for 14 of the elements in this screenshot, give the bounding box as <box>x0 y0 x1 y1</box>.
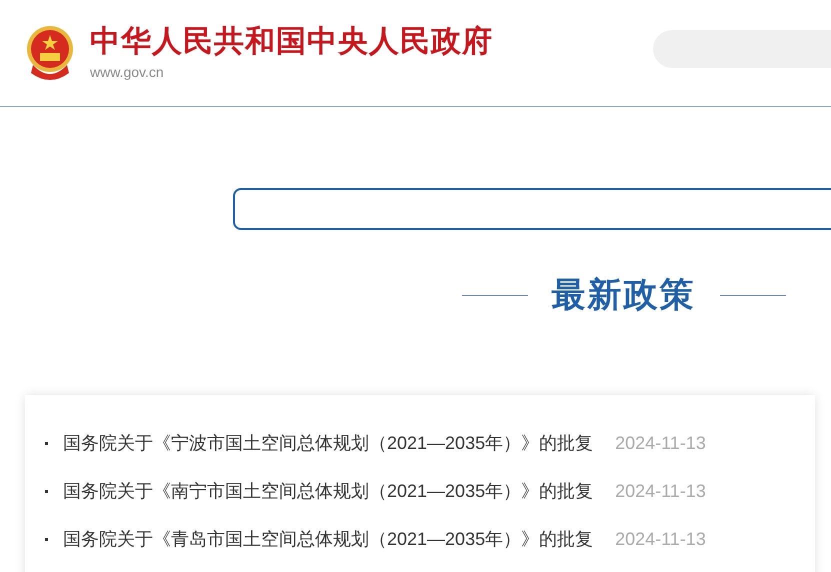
bullet-icon <box>45 490 48 492</box>
bullet-icon <box>45 538 48 540</box>
policy-date: 2024-11-13 <box>615 432 706 454</box>
policy-link[interactable]: 国务院关于《南宁市国土空间总体规划（2021—2035年）》的批复 <box>63 478 594 504</box>
site-url: www.gov.cn <box>90 62 165 82</box>
policy-link[interactable]: 国务院关于《青岛市国土空间总体规划（2021—2035年）》的批复 <box>63 526 594 552</box>
site-title: 中华人民共和国中央人民政府 <box>90 24 493 60</box>
policy-link[interactable]: 国务院关于《宁波市国土空间总体规划（2021—2035年）》的批复 <box>63 430 594 456</box>
policy-date: 2024-11-13 <box>615 480 706 502</box>
bullet-icon <box>45 442 48 444</box>
policy-date: 2024-11-13 <box>615 528 706 550</box>
search-field[interactable] <box>233 188 831 230</box>
emblem-icon <box>25 25 75 81</box>
section-title: 最新政策 <box>552 274 696 317</box>
